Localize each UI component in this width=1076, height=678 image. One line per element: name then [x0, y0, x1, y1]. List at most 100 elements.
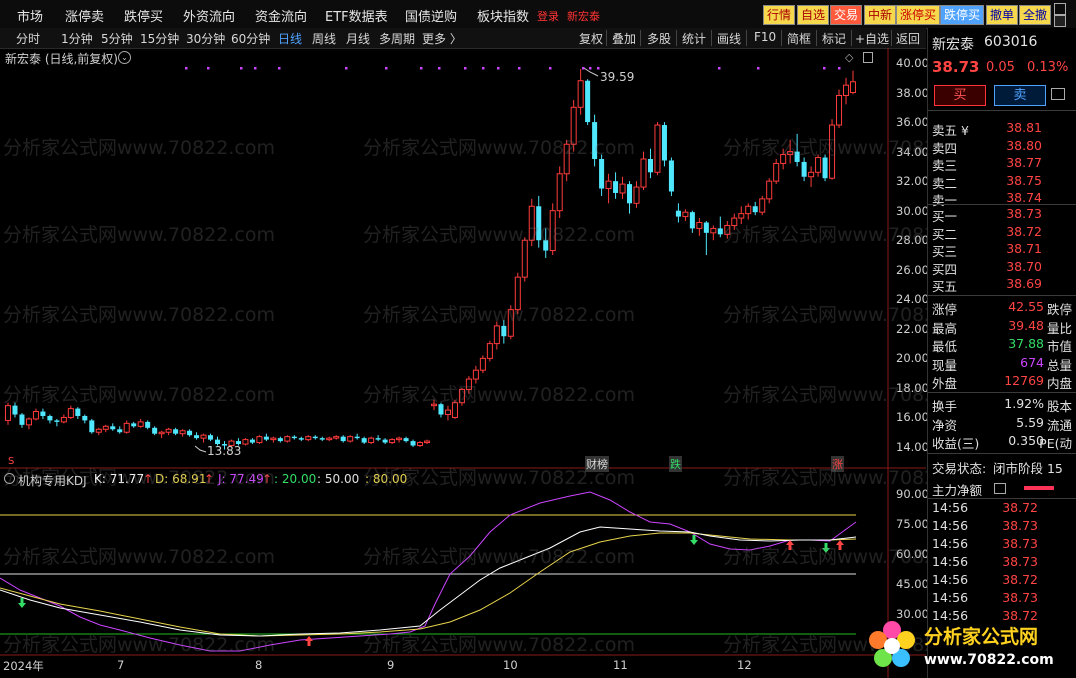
- quote-row-label: 14:56: [932, 572, 969, 587]
- x-axis-tick: 7: [117, 658, 125, 672]
- tool-f10[interactable]: F10: [754, 30, 776, 44]
- period-60min[interactable]: 60分钟: [231, 30, 270, 47]
- menu-repo[interactable]: 国债逆购: [405, 6, 457, 25]
- period-weekly[interactable]: 周线: [312, 30, 336, 47]
- menu-capital-flow[interactable]: 资金流向: [255, 6, 307, 25]
- tool-adjust[interactable]: 复权: [579, 30, 603, 47]
- restore-icon[interactable]: [1054, 3, 1066, 15]
- quote-row-value: 39.48: [1008, 317, 1044, 333]
- price-axis-tick: 24.00: [896, 292, 929, 306]
- candle-body: [291, 436, 297, 439]
- period-1min[interactable]: 1分钟: [61, 30, 93, 47]
- chart-title: 新宏泰 (日线,前复权): [5, 52, 118, 66]
- tool-mark[interactable]: 标记: [822, 30, 846, 47]
- tool-multi-stock[interactable]: 多股: [647, 30, 671, 47]
- cancel-order-button[interactable]: 撤单: [986, 5, 1019, 25]
- kdj-axis-tick: 75.00: [896, 517, 929, 531]
- tool-back[interactable]: 返回: [896, 30, 920, 47]
- high-annotation: 39.59: [600, 70, 635, 84]
- quote-row-label: 卖三: [932, 158, 958, 173]
- quote-row: 14:56 38.72: [932, 572, 1072, 589]
- quote-row-label: 收益(三): [932, 436, 980, 451]
- quote-row: 买五 38.69: [932, 276, 1072, 294]
- candle-body: [605, 180, 612, 190]
- menu-etf-table[interactable]: ETF数据表: [325, 6, 388, 25]
- quote-row-label: 14:56: [932, 590, 969, 605]
- period-30min[interactable]: 30分钟: [186, 30, 225, 47]
- quote-row-value: 38.71: [1006, 241, 1042, 256]
- stock-name: 新宏泰: [932, 37, 974, 53]
- kdj-axis-tick: 45.00: [896, 577, 929, 591]
- tool-add-watchlist[interactable]: +自选: [855, 30, 889, 47]
- quote-row-value: 42.55: [1008, 299, 1044, 314]
- menu-stock-name: 新宏泰: [567, 10, 600, 23]
- quote-button[interactable]: 行情: [763, 5, 796, 25]
- kdj-axis-tick: 90.00: [896, 487, 929, 501]
- zhongxin-button[interactable]: 中新: [864, 5, 897, 25]
- candle-body: [47, 415, 53, 421]
- x-axis-tick: 12: [737, 658, 752, 672]
- kdj-k-value: K: 71.77: [94, 472, 145, 486]
- period-monthly[interactable]: 月线: [346, 30, 370, 47]
- sell-signal-arrow: [822, 543, 830, 553]
- menu-limit-up-sell[interactable]: 涨停卖: [65, 6, 104, 25]
- candle-body: [563, 143, 570, 175]
- candle-body: [592, 122, 598, 159]
- kdj-j-value: J: 77.49: [218, 472, 264, 486]
- kdj-line-80: : 80.00: [365, 472, 408, 486]
- period-more[interactable]: 更多 〉: [422, 30, 462, 47]
- menu-market[interactable]: 市场: [17, 6, 43, 25]
- candle-body: [375, 438, 381, 440]
- candle-body: [724, 224, 731, 235]
- chevron-down-icon[interactable]: ⌄: [118, 51, 131, 64]
- candle-body: [780, 154, 787, 164]
- menu-login[interactable]: 登录: [537, 8, 559, 24]
- buy-signal-arrow: [786, 540, 794, 550]
- quote-row-extra: 内盘: [1046, 376, 1072, 391]
- price-axis-tick: 18.00: [896, 380, 929, 395]
- limit-up-buy-button[interactable]: 涨停买: [896, 5, 941, 25]
- candle-body: [137, 421, 144, 427]
- candle-body: [731, 217, 738, 226]
- candle-body: [745, 205, 752, 215]
- sell-button[interactable]: 卖: [994, 85, 1046, 106]
- period-15min[interactable]: 15分钟: [140, 30, 179, 47]
- candle-body: [82, 415, 88, 421]
- tool-simple-frame[interactable]: 简框: [787, 30, 811, 47]
- period-intraday[interactable]: 分时: [16, 30, 40, 47]
- candle-body: [536, 206, 542, 241]
- menu-limit-down-buy[interactable]: 跌停买: [124, 6, 163, 25]
- chart-area[interactable]: [0, 48, 926, 678]
- limit-down-buy-button[interactable]: 跌停买: [940, 5, 985, 25]
- cancel-all-button[interactable]: 全撤: [1019, 5, 1052, 25]
- quote-row-value: 38.81: [1006, 120, 1042, 135]
- panel-toggle-icon[interactable]: [863, 52, 873, 63]
- trade-button[interactable]: 交易: [830, 5, 863, 25]
- candle-body: [773, 162, 780, 182]
- menu-foreign-flow[interactable]: 外资流向: [183, 6, 235, 25]
- period-multi[interactable]: 多周期: [379, 30, 415, 47]
- close-icon[interactable]: [1054, 15, 1066, 27]
- quote-row-value: 1.92%: [1004, 396, 1044, 411]
- quote-row-label: 卖五 ¥: [932, 123, 969, 138]
- buy-button[interactable]: 买: [934, 85, 986, 106]
- flow-chart-icon[interactable]: [994, 483, 1006, 494]
- signal-dot: [385, 67, 388, 70]
- candle-body: [263, 436, 269, 440]
- tool-stats[interactable]: 统计: [682, 30, 706, 47]
- diamond-icon[interactable]: ◇: [845, 51, 853, 64]
- signal-dot: [254, 67, 257, 70]
- tool-overlay[interactable]: 叠加: [612, 30, 636, 47]
- period-daily[interactable]: 日线: [278, 30, 302, 47]
- watchlist-button[interactable]: 自选: [797, 5, 830, 25]
- candle-body: [794, 151, 800, 162]
- tool-draw[interactable]: 画线: [717, 30, 741, 47]
- candle-body: [67, 408, 74, 418]
- period-5min[interactable]: 5分钟: [101, 30, 133, 47]
- candle-body: [849, 81, 857, 94]
- indicator-menu-icon[interactable]: [4, 473, 15, 484]
- candle-body: [277, 438, 283, 442]
- quote-row: 卖三 38.77: [932, 155, 1072, 173]
- menu-sector-index[interactable]: 板块指数: [477, 6, 529, 25]
- order-book-menu-icon[interactable]: [1051, 88, 1065, 100]
